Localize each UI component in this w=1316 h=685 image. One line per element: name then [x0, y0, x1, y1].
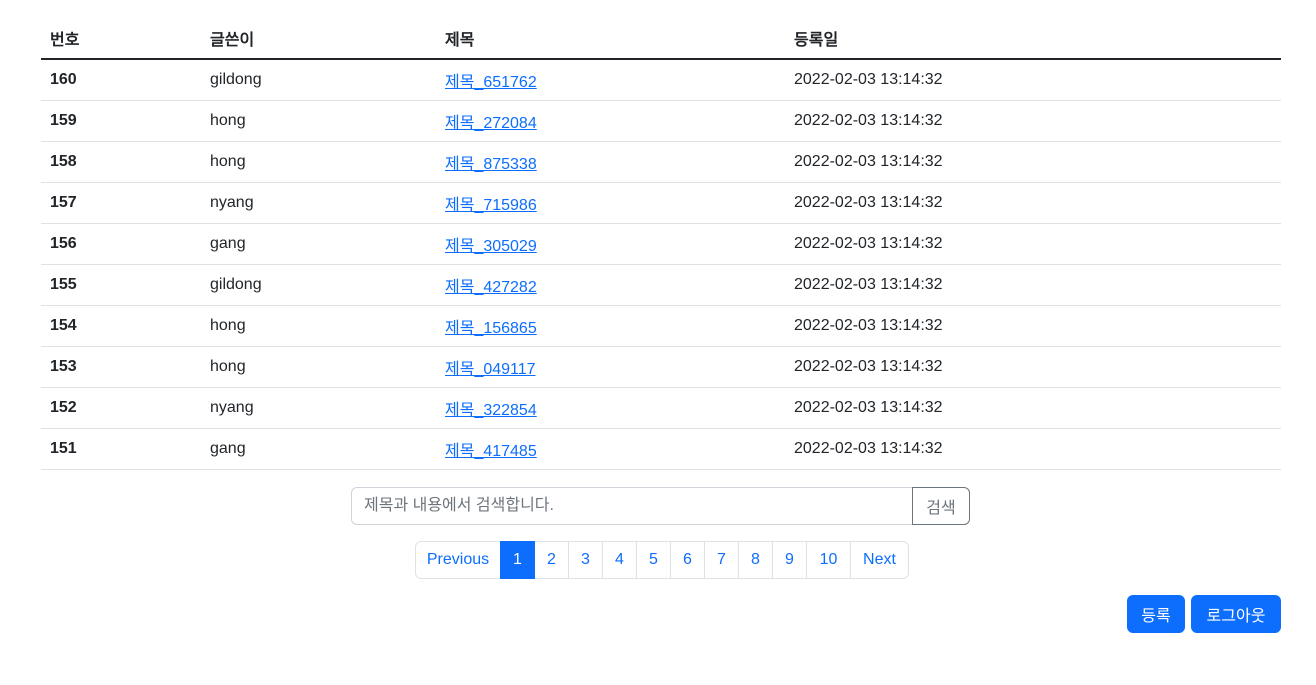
- post-date: 2022-02-03 13:14:32: [785, 182, 1281, 224]
- post-writer: gang: [201, 428, 436, 470]
- post-date: 2022-02-03 13:14:32: [785, 305, 1281, 347]
- table-row: 153 hong 제목_049117 2022-02-03 13:14:32: [41, 346, 1281, 388]
- post-title-cell: 제목_049117: [436, 346, 785, 388]
- pagination-next[interactable]: Next: [850, 541, 909, 579]
- post-writer: gildong: [201, 264, 436, 306]
- post-date: 2022-02-03 13:14:32: [785, 100, 1281, 142]
- pagination-page-8[interactable]: 8: [738, 541, 773, 579]
- table-row: 159 hong 제목_272084 2022-02-03 13:14:32: [41, 100, 1281, 142]
- header-writer: 글쓴이: [201, 18, 436, 60]
- pagination-page-5[interactable]: 5: [636, 541, 671, 579]
- post-title-cell: 제목_715986: [436, 182, 785, 224]
- logout-button[interactable]: 로그아웃: [1191, 595, 1281, 633]
- pagination-page-6[interactable]: 6: [670, 541, 705, 579]
- post-number: 152: [41, 387, 201, 429]
- post-table: 번호 글쓴이 제목 등록일 160 gildong 제목_651762 2022-02…: [41, 18, 1281, 470]
- header-num: 번호: [41, 18, 201, 60]
- post-title-link[interactable]: 제목_417485: [445, 443, 537, 460]
- table-row: 152 nyang 제목_322854 2022-02-03 13:14:32: [41, 387, 1281, 429]
- post-number: 153: [41, 346, 201, 388]
- post-writer: nyang: [201, 387, 436, 429]
- table-row: 160 gildong 제목_651762 2022-02-03 13:14:32: [41, 59, 1281, 101]
- table-row: 154 hong 제목_156865 2022-02-03 13:14:32: [41, 305, 1281, 347]
- pagination-previous[interactable]: Previous: [415, 541, 501, 579]
- pagination-page-9[interactable]: 9: [772, 541, 807, 579]
- action-buttons: 등록 로그아웃: [1127, 595, 1281, 633]
- pagination-page-4[interactable]: 4: [602, 541, 637, 579]
- post-date: 2022-02-03 13:14:32: [785, 387, 1281, 429]
- pagination: Previous 1 2 3 4 5 6 7 8 9 10 Next: [415, 541, 909, 579]
- post-title-link[interactable]: 제목_322854: [445, 402, 537, 419]
- search-input[interactable]: [351, 487, 913, 525]
- board-page: 번호 글쓴이 제목 등록일 160 gildong 제목_651762 2022-02…: [0, 0, 1316, 685]
- post-writer: hong: [201, 141, 436, 183]
- post-writer: hong: [201, 346, 436, 388]
- post-writer: nyang: [201, 182, 436, 224]
- post-date: 2022-02-03 13:14:32: [785, 223, 1281, 265]
- post-title-cell: 제목_875338: [436, 141, 785, 183]
- post-number: 157: [41, 182, 201, 224]
- header-row: 번호 글쓴이 제목 등록일: [41, 18, 1281, 60]
- post-date: 2022-02-03 13:14:32: [785, 59, 1281, 101]
- post-date: 2022-02-03 13:14:32: [785, 141, 1281, 183]
- post-title-cell: 제목_305029: [436, 223, 785, 265]
- header-date: 등록일: [785, 18, 1281, 60]
- post-title-cell: 제목_156865: [436, 305, 785, 347]
- post-number: 160: [41, 59, 201, 101]
- header-title: 제목: [436, 18, 785, 60]
- post-title-link[interactable]: 제목_272084: [445, 115, 537, 132]
- post-title-cell: 제목_272084: [436, 100, 785, 142]
- post-title-link[interactable]: 제목_715986: [445, 197, 537, 214]
- post-title-link[interactable]: 제목_427282: [445, 279, 537, 296]
- post-number: 154: [41, 305, 201, 347]
- table-row: 158 hong 제목_875338 2022-02-03 13:14:32: [41, 141, 1281, 183]
- post-table-header: 번호 글쓴이 제목 등록일: [41, 18, 1281, 60]
- post-title-cell: 제목_417485: [436, 428, 785, 470]
- search-button[interactable]: 검색: [912, 487, 970, 525]
- table-row: 155 gildong 제목_427282 2022-02-03 13:14:32: [41, 264, 1281, 306]
- post-number: 156: [41, 223, 201, 265]
- pagination-page-1[interactable]: 1: [500, 541, 535, 579]
- post-number: 159: [41, 100, 201, 142]
- post-title-link[interactable]: 제목_651762: [445, 74, 537, 91]
- register-button[interactable]: 등록: [1127, 595, 1185, 633]
- post-title-link[interactable]: 제목_156865: [445, 320, 537, 337]
- post-number: 155: [41, 264, 201, 306]
- post-date: 2022-02-03 13:14:32: [785, 428, 1281, 470]
- pagination-page-7[interactable]: 7: [704, 541, 739, 579]
- table-row: 151 gang 제목_417485 2022-02-03 13:14:32: [41, 428, 1281, 470]
- post-title-cell: 제목_322854: [436, 387, 785, 429]
- post-title-link[interactable]: 제목_875338: [445, 156, 537, 173]
- post-date: 2022-02-03 13:14:32: [785, 346, 1281, 388]
- table-row: 156 gang 제목_305029 2022-02-03 13:14:32: [41, 223, 1281, 265]
- post-number: 151: [41, 428, 201, 470]
- search-form: 검색: [351, 487, 970, 525]
- post-title-link[interactable]: 제목_049117: [445, 361, 536, 378]
- post-writer: gildong: [201, 59, 436, 101]
- pagination-page-2[interactable]: 2: [534, 541, 569, 579]
- post-title-cell: 제목_427282: [436, 264, 785, 306]
- post-title-cell: 제목_651762: [436, 59, 785, 101]
- table-row: 157 nyang 제목_715986 2022-02-03 13:14:32: [41, 182, 1281, 224]
- pagination-page-10[interactable]: 10: [806, 541, 851, 579]
- post-table-body: 160 gildong 제목_651762 2022-02-03 13:14:32 15…: [41, 59, 1281, 470]
- pagination-page-3[interactable]: 3: [568, 541, 603, 579]
- post-date: 2022-02-03 13:14:32: [785, 264, 1281, 306]
- post-writer: gang: [201, 223, 436, 265]
- post-number: 158: [41, 141, 201, 183]
- post-writer: hong: [201, 100, 436, 142]
- post-title-link[interactable]: 제목_305029: [445, 238, 537, 255]
- post-writer: hong: [201, 305, 436, 347]
